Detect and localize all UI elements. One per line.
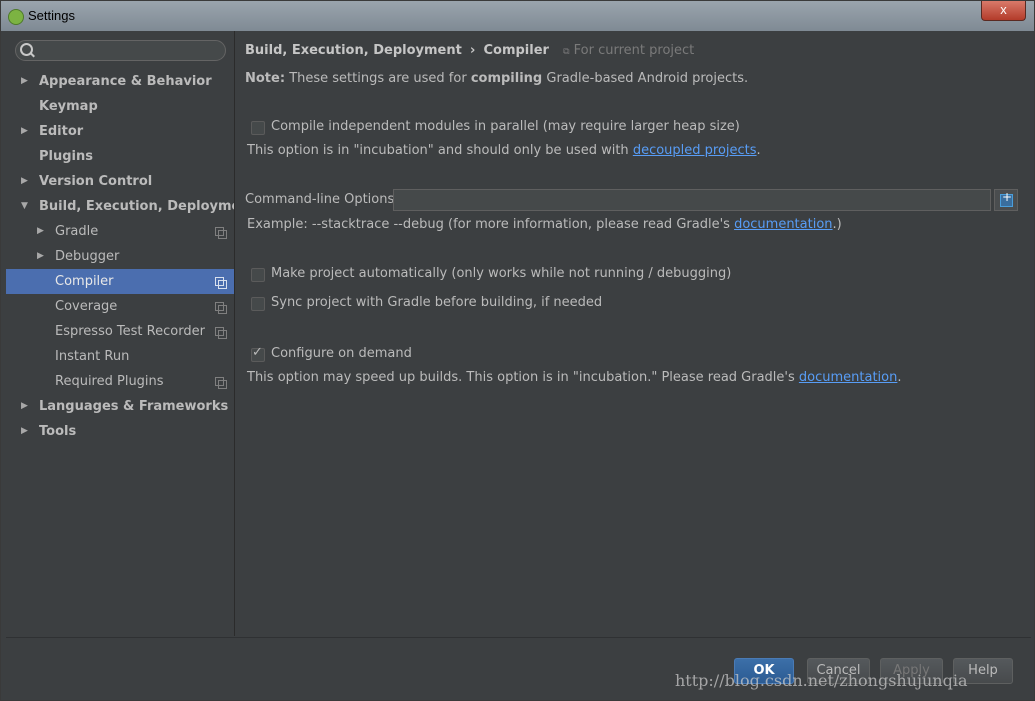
project-scope-icon (215, 227, 227, 239)
chevron-right-icon[interactable]: ▶ (37, 219, 44, 244)
sync-checkbox[interactable] (251, 297, 265, 311)
sidebar-item-label: Build, Execution, Deployment (39, 199, 256, 214)
cmdline-label: Command-line Options: (245, 192, 399, 207)
sidebar-item-debugger[interactable]: ▶ Debugger (6, 244, 234, 269)
breadcrumb: Build, Execution, Deployment › Compiler … (245, 43, 694, 58)
expand-cmdline-icon[interactable] (994, 189, 1018, 211)
cmdline-example: Example: --stacktrace --debug (for more … (247, 217, 842, 232)
cmdline-example-end: .) (832, 217, 842, 232)
chevron-right-icon[interactable]: ▶ (37, 244, 44, 269)
sidebar-item-build-execution-deployment[interactable]: ▼ Build, Execution, Deployment (6, 194, 256, 219)
breadcrumb-separator: › (469, 43, 476, 58)
project-scope-icon: ⧉ (563, 47, 570, 57)
sidebar-item-instant-run[interactable]: Instant Run (6, 344, 234, 369)
sidebar-item-label: Coverage (55, 299, 118, 314)
sidebar-item-label: Appearance & Behavior (39, 74, 212, 89)
chevron-right-icon[interactable]: ▶ (21, 119, 28, 144)
sidebar-item-editor[interactable]: ▶ Editor (6, 119, 234, 144)
configure-documentation-link[interactable]: documentation (799, 370, 897, 385)
chevron-right-icon[interactable]: ▶ (21, 69, 28, 94)
parallel-hint-end: . (756, 143, 761, 158)
parallel-hint: This option is in "incubation" and shoul… (247, 143, 761, 158)
close-button[interactable]: x (981, 1, 1026, 21)
configure-hint-text: This option may speed up builds. This op… (247, 370, 795, 385)
sidebar-item-coverage[interactable]: Coverage (6, 294, 234, 319)
sidebar-item-gradle[interactable]: ▶ Gradle (6, 219, 234, 244)
sidebar-item-compiler[interactable]: Compiler (6, 269, 234, 294)
note-text-b: Gradle-based Android projects. (546, 71, 749, 86)
sidebar-item-version-control[interactable]: ▶ Version Control (6, 169, 234, 194)
breadcrumb-current: Compiler (483, 43, 549, 58)
parallel-hint-text: This option is in "incubation" and shoul… (247, 143, 629, 158)
configure-hint-end: . (897, 370, 902, 385)
search-input[interactable] (15, 40, 226, 61)
sidebar-item-label: Instant Run (55, 349, 130, 364)
sidebar-item-label: Tools (39, 424, 77, 439)
search-icon (20, 43, 33, 56)
cmdline-documentation-link[interactable]: documentation (734, 217, 832, 232)
sidebar-item-label: Editor (39, 124, 84, 139)
parallel-checkbox[interactable] (251, 121, 265, 135)
sidebar-item-label: Languages & Frameworks (39, 399, 229, 414)
compiler-note: Note: These settings are used for compil… (245, 71, 748, 86)
sidebar-item-label: Debugger (55, 249, 120, 264)
sidebar-item-label: Required Plugins (55, 374, 164, 389)
sidebar-item-keymap[interactable]: Keymap (6, 94, 234, 119)
parallel-label[interactable]: Compile independent modules in parallel … (271, 119, 740, 134)
note-prefix: Note: (245, 71, 286, 86)
cmdline-options-input[interactable] (393, 189, 991, 211)
sidebar-item-appearance-behavior[interactable]: ▶ Appearance & Behavior (6, 69, 234, 94)
project-scope-icon (215, 277, 227, 289)
chevron-right-icon[interactable]: ▶ (21, 419, 28, 444)
sidebar-item-label: Version Control (39, 174, 153, 189)
project-scope-icon (215, 327, 227, 339)
sidebar-item-espresso-test-recorder[interactable]: Espresso Test Recorder (6, 319, 234, 344)
make-auto-checkbox[interactable] (251, 268, 265, 282)
note-emphasis: compiling (470, 71, 543, 86)
watermark: http://blog.csdn.net/zhongshujunqia (675, 671, 968, 690)
make-auto-label[interactable]: Make project automatically (only works w… (271, 266, 731, 281)
sidebar-item-languages-frameworks[interactable]: ▶ Languages & Frameworks (6, 394, 234, 419)
project-scope-icon (215, 377, 227, 389)
breadcrumb-scope: For current project (573, 43, 695, 58)
chevron-right-icon[interactable]: ▶ (21, 169, 28, 194)
sidebar-item-required-plugins[interactable]: Required Plugins (6, 369, 234, 394)
configure-on-demand-label[interactable]: Configure on demand (271, 346, 412, 361)
breadcrumb-parent[interactable]: Build, Execution, Deployment (245, 43, 462, 58)
sidebar-item-tools[interactable]: ▶ Tools (6, 419, 234, 444)
sync-label[interactable]: Sync project with Gradle before building… (271, 295, 602, 310)
settings-panel: Build, Execution, Deployment › Compiler … (235, 31, 1030, 636)
window-title: Settings (28, 8, 75, 23)
sidebar-item-label: Keymap (39, 99, 98, 114)
note-text-a: These settings are used for (289, 71, 467, 86)
sidebar-item-label: Plugins (39, 149, 93, 164)
sidebar-item-label: Espresso Test Recorder (55, 324, 205, 339)
configure-on-demand-checkbox[interactable] (251, 345, 265, 362)
chevron-down-icon[interactable]: ▼ (21, 194, 28, 219)
sidebar-item-label: Compiler (55, 274, 114, 289)
configure-hint: This option may speed up builds. This op… (247, 370, 902, 385)
android-studio-icon (8, 9, 24, 25)
decoupled-projects-link[interactable]: decoupled projects (633, 143, 757, 158)
settings-sidebar: ▶ Appearance & Behavior Keymap ▶ Editor Plugi… (6, 31, 256, 636)
sidebar-item-plugins[interactable]: Plugins (6, 144, 234, 169)
sidebar-item-label: Gradle (55, 224, 99, 239)
chevron-right-icon[interactable]: ▶ (21, 394, 28, 419)
title-bar: Settings (1, 1, 1034, 31)
cmdline-example-text: Example: --stacktrace --debug (for more … (247, 217, 730, 232)
settings-window: Settings x ▶ Appearance & Behavior Keymap ▶… (0, 0, 1035, 701)
project-scope-icon (215, 302, 227, 314)
